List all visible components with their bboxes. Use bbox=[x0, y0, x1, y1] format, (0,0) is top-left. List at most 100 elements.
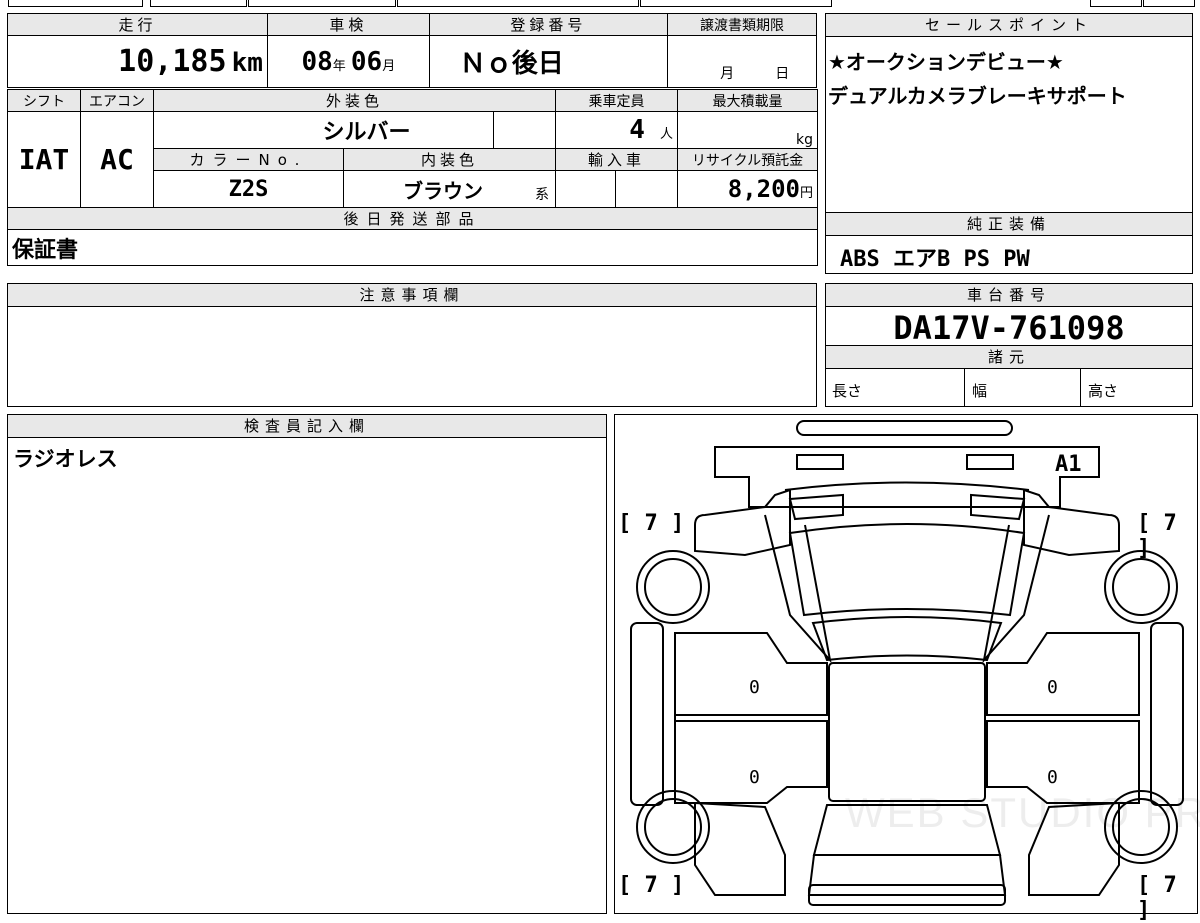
headlight-left bbox=[796, 454, 844, 470]
headlight-right bbox=[966, 454, 1014, 470]
wheel-rear-left-inner bbox=[644, 798, 702, 856]
vehicle-info-table: 走行 車検 登録番号 譲渡書類期限 10,185 km 08年 06月 Ｎｏ後日… bbox=[7, 13, 817, 88]
a-pillar-left bbox=[764, 514, 832, 664]
inspection-value-cell: 08年 06月 bbox=[266, 35, 430, 88]
roof-panel bbox=[828, 662, 986, 802]
mileage-value: 10,185 bbox=[118, 44, 227, 79]
chassis-value: DA17V-761098 bbox=[893, 309, 1125, 347]
spec-length: 長さ bbox=[826, 368, 965, 406]
spec-width-label: 幅 bbox=[972, 382, 988, 400]
registration-value: Ｎｏ後日 bbox=[459, 49, 564, 79]
doc-month-unit: 月 bbox=[720, 66, 735, 82]
aircon-header: エアコン bbox=[80, 89, 154, 112]
notes-header: 注意事項欄 bbox=[8, 284, 816, 307]
door-left-front bbox=[674, 632, 828, 716]
door-mark-front-right: 0 bbox=[1047, 677, 1058, 698]
interior-color-suffix: 系 bbox=[535, 187, 550, 203]
car-diagram-panel: A1 [ 7 ] [ 7 ] [ 7 ] [ 7 ] 0 0 0 0 WEB S… bbox=[614, 414, 1200, 923]
color-no-value: Z2S bbox=[153, 170, 344, 208]
front-bumper bbox=[796, 420, 1013, 436]
sales-point-panel: セールスポイント ★オークションデビュー★ デュアルカメラブレーキサポート bbox=[825, 13, 1193, 213]
color-no-header: カラーNo. bbox=[153, 148, 344, 171]
sill-left bbox=[630, 622, 664, 806]
cowl bbox=[784, 481, 1030, 491]
inspection-year: 08 bbox=[301, 46, 333, 77]
tire-tread-rear-left: [ 7 ] bbox=[618, 873, 685, 898]
sill-right bbox=[1150, 622, 1184, 806]
car-diagram bbox=[630, 420, 1184, 906]
tire-tread-front-right: [ 7 ] bbox=[1137, 511, 1177, 561]
doc-deadline-cell: 月 日 bbox=[667, 35, 817, 88]
door-right-front bbox=[986, 632, 1140, 716]
import-header: 輸入車 bbox=[555, 148, 679, 171]
max-load-cell: kg bbox=[677, 111, 819, 149]
spec-header: 諸元 bbox=[826, 345, 1192, 369]
door-left-rear bbox=[674, 720, 828, 804]
wheel-front-right-inner bbox=[1112, 558, 1170, 616]
door-mark-rear-right: 0 bbox=[1047, 767, 1058, 788]
spec-length-label: 長さ bbox=[832, 382, 863, 400]
capacity-value: 4 bbox=[629, 115, 645, 145]
recycle-value: 8,200 bbox=[727, 175, 800, 203]
watermark: WEB STUDIO PRO bbox=[845, 789, 1200, 836]
chassis-header: 車台番号 bbox=[826, 284, 1192, 307]
front-fender-left bbox=[694, 488, 791, 557]
max-load-header: 最大積載量 bbox=[677, 89, 819, 112]
equipment-value: ABS エアB PS PW bbox=[840, 247, 1030, 272]
interior-color-value: ブラウン bbox=[403, 178, 483, 203]
door-mark-rear-left: 0 bbox=[749, 767, 760, 788]
interior-color-header: 内装色 bbox=[342, 148, 557, 171]
inspection-header: 車検 bbox=[266, 13, 430, 36]
wheel-front-left-inner bbox=[644, 558, 702, 616]
inspection-year-unit: 年 bbox=[332, 58, 346, 74]
mileage-value-cell: 10,185 km bbox=[7, 35, 268, 88]
mileage-unit: km bbox=[231, 48, 263, 78]
registration-value-cell: Ｎｏ後日 bbox=[428, 35, 669, 88]
aircon-value: AC bbox=[80, 111, 154, 208]
door-mark-front-left: 0 bbox=[749, 677, 760, 698]
spec-height: 高さ bbox=[1080, 368, 1192, 406]
a-pillar-right bbox=[982, 514, 1050, 664]
recycle-header: リサイクル預託金 bbox=[677, 148, 819, 171]
registration-header: 登録番号 bbox=[428, 13, 669, 36]
sales-point-header: セールスポイント bbox=[826, 14, 1192, 37]
interior-color-cell: ブラウン 系 bbox=[342, 170, 557, 208]
later-parts-header: 後日発送部品 bbox=[6, 207, 819, 230]
exterior-color-value: シルバー bbox=[153, 111, 494, 149]
wheel-rear-left bbox=[636, 790, 710, 864]
recycle-cell: 8,200円 bbox=[677, 170, 819, 208]
sales-point-line2: デュアルカメラブレーキサポート bbox=[828, 84, 1127, 108]
later-parts-value: 保証書 bbox=[6, 229, 819, 266]
wheel-front-left bbox=[636, 550, 710, 624]
tire-tread-rear-right: [ 7 ] bbox=[1137, 873, 1177, 923]
capacity-unit: 人 bbox=[660, 127, 674, 142]
max-load-unit: kg bbox=[796, 132, 814, 148]
shift-header: シフト bbox=[7, 89, 81, 112]
wheel-front-right bbox=[1104, 550, 1178, 624]
chassis-panel: 車台番号 DA17V-761098 諸元 長さ 幅 高さ bbox=[825, 283, 1193, 407]
shift-value: IAT bbox=[7, 111, 81, 208]
inspector-text: ラジオレス bbox=[13, 447, 118, 471]
notes-panel: 注意事項欄 bbox=[7, 283, 817, 407]
doc-deadline-header: 譲渡書類期限 bbox=[667, 13, 817, 36]
capacity-cell: 4 人 bbox=[555, 111, 679, 149]
inspection-month: 06 bbox=[350, 46, 383, 77]
spec-width: 幅 bbox=[964, 368, 1081, 406]
spec-height-label: 高さ bbox=[1088, 382, 1119, 400]
import-cell-b bbox=[615, 170, 679, 208]
equipment-panel: 純正装備 ABS エアB PS PW bbox=[825, 212, 1193, 274]
import-cell-a bbox=[555, 170, 617, 208]
rear-gate bbox=[807, 854, 1007, 896]
exterior-color-header: 外装色 bbox=[152, 89, 557, 112]
top-strip bbox=[0, 0, 1200, 8]
doc-day-unit: 日 bbox=[775, 66, 790, 82]
roof bbox=[811, 616, 1003, 662]
capacity-header: 乗車定員 bbox=[555, 89, 679, 112]
exterior-color-blank bbox=[492, 111, 557, 149]
inspector-panel: 検査員記入欄 ラジオレス bbox=[7, 414, 607, 914]
inspector-header: 検査員記入欄 bbox=[8, 415, 606, 438]
sales-point-line1: ★オークションデビュー★ bbox=[828, 50, 1064, 74]
damage-mark-a1: A1 bbox=[1055, 452, 1082, 477]
front-fender-right bbox=[1023, 488, 1120, 557]
windshield bbox=[788, 523, 1026, 617]
